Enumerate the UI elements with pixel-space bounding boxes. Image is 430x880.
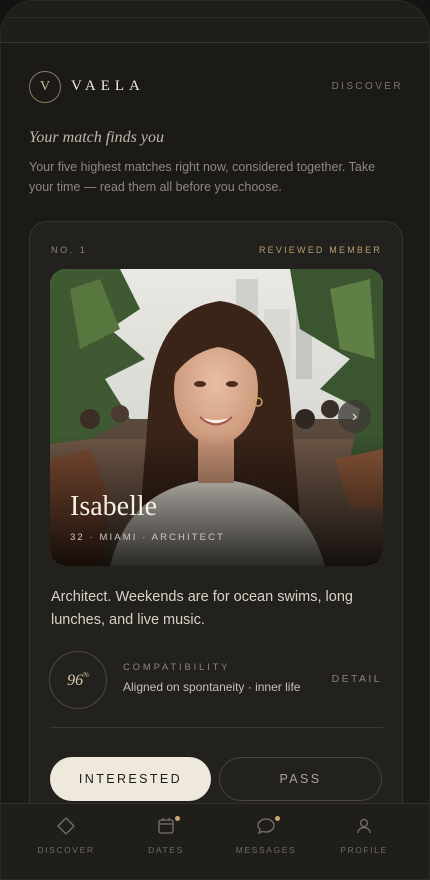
match-card: NO. 1 REVIEWED MEMBER › Isabelle 32 · MI…: [29, 221, 403, 861]
match-rank: NO. 1: [51, 245, 88, 255]
compatibility-detail-button[interactable]: DETAIL: [332, 673, 382, 685]
chat-bubble-icon: [257, 818, 275, 835]
status-bar-divider: [1, 17, 429, 18]
match-meta: 32 · MIAMI · ARCHITECT: [70, 532, 225, 543]
dates-notification-dot: [175, 816, 180, 821]
tab-discover[interactable]: DISCOVER: [23, 816, 109, 855]
tab-messages[interactable]: MESSAGES: [223, 816, 309, 855]
discover-link[interactable]: DISCOVER: [332, 81, 403, 92]
status-bar: [1, 1, 429, 43]
match-bio: Architect. Weekends are for ocean swims,…: [51, 589, 353, 628]
tab-label: PROFILE: [340, 845, 388, 855]
compatibility-value: 96%: [67, 671, 89, 690]
compatibility-unit: %: [83, 670, 89, 679]
tab-profile[interactable]: PROFILE: [321, 816, 407, 855]
logo-letter: V: [39, 79, 51, 94]
page-title: Your match finds you: [29, 129, 164, 146]
compatibility-number: 96: [67, 671, 84, 689]
calendar-icon: [158, 818, 174, 834]
page-subtitle: Your five highest matches right now, con…: [29, 160, 376, 194]
pass-button[interactable]: PASS: [219, 757, 382, 801]
next-photo-button[interactable]: ›: [338, 400, 371, 433]
match-name: Isabelle: [70, 491, 158, 522]
logo-mark: V: [29, 71, 61, 103]
app-screen: V VAELA DISCOVER Your match finds you Yo…: [0, 0, 430, 880]
chevron-right-icon: ›: [351, 407, 358, 425]
compatibility-score: 96%: [49, 651, 107, 709]
messages-notification-dot: [275, 816, 280, 821]
tab-bar: DISCOVER DATES MESSAGES PROFILE: [1, 803, 429, 879]
divider: [50, 727, 383, 728]
tab-label: DISCOVER: [37, 845, 95, 855]
tab-dates[interactable]: DATES: [123, 816, 209, 855]
header: V VAELA DISCOVER: [29, 71, 403, 103]
person-icon: [357, 818, 371, 834]
tab-label: DATES: [148, 845, 184, 855]
reviewed-badge: REVIEWED MEMBER: [258, 245, 382, 255]
profile-photo[interactable]: › Isabelle 32 · MIAMI · ARCHITECT: [50, 269, 383, 566]
compatibility-description: Aligned on spontaneity · inner life: [123, 680, 301, 694]
interested-button[interactable]: INTERESTED: [50, 757, 211, 801]
wordmark: VAELA: [71, 78, 145, 94]
diamond-icon: [57, 817, 75, 835]
tab-label: MESSAGES: [235, 845, 297, 855]
compatibility-label: COMPATIBILITY: [123, 662, 231, 673]
